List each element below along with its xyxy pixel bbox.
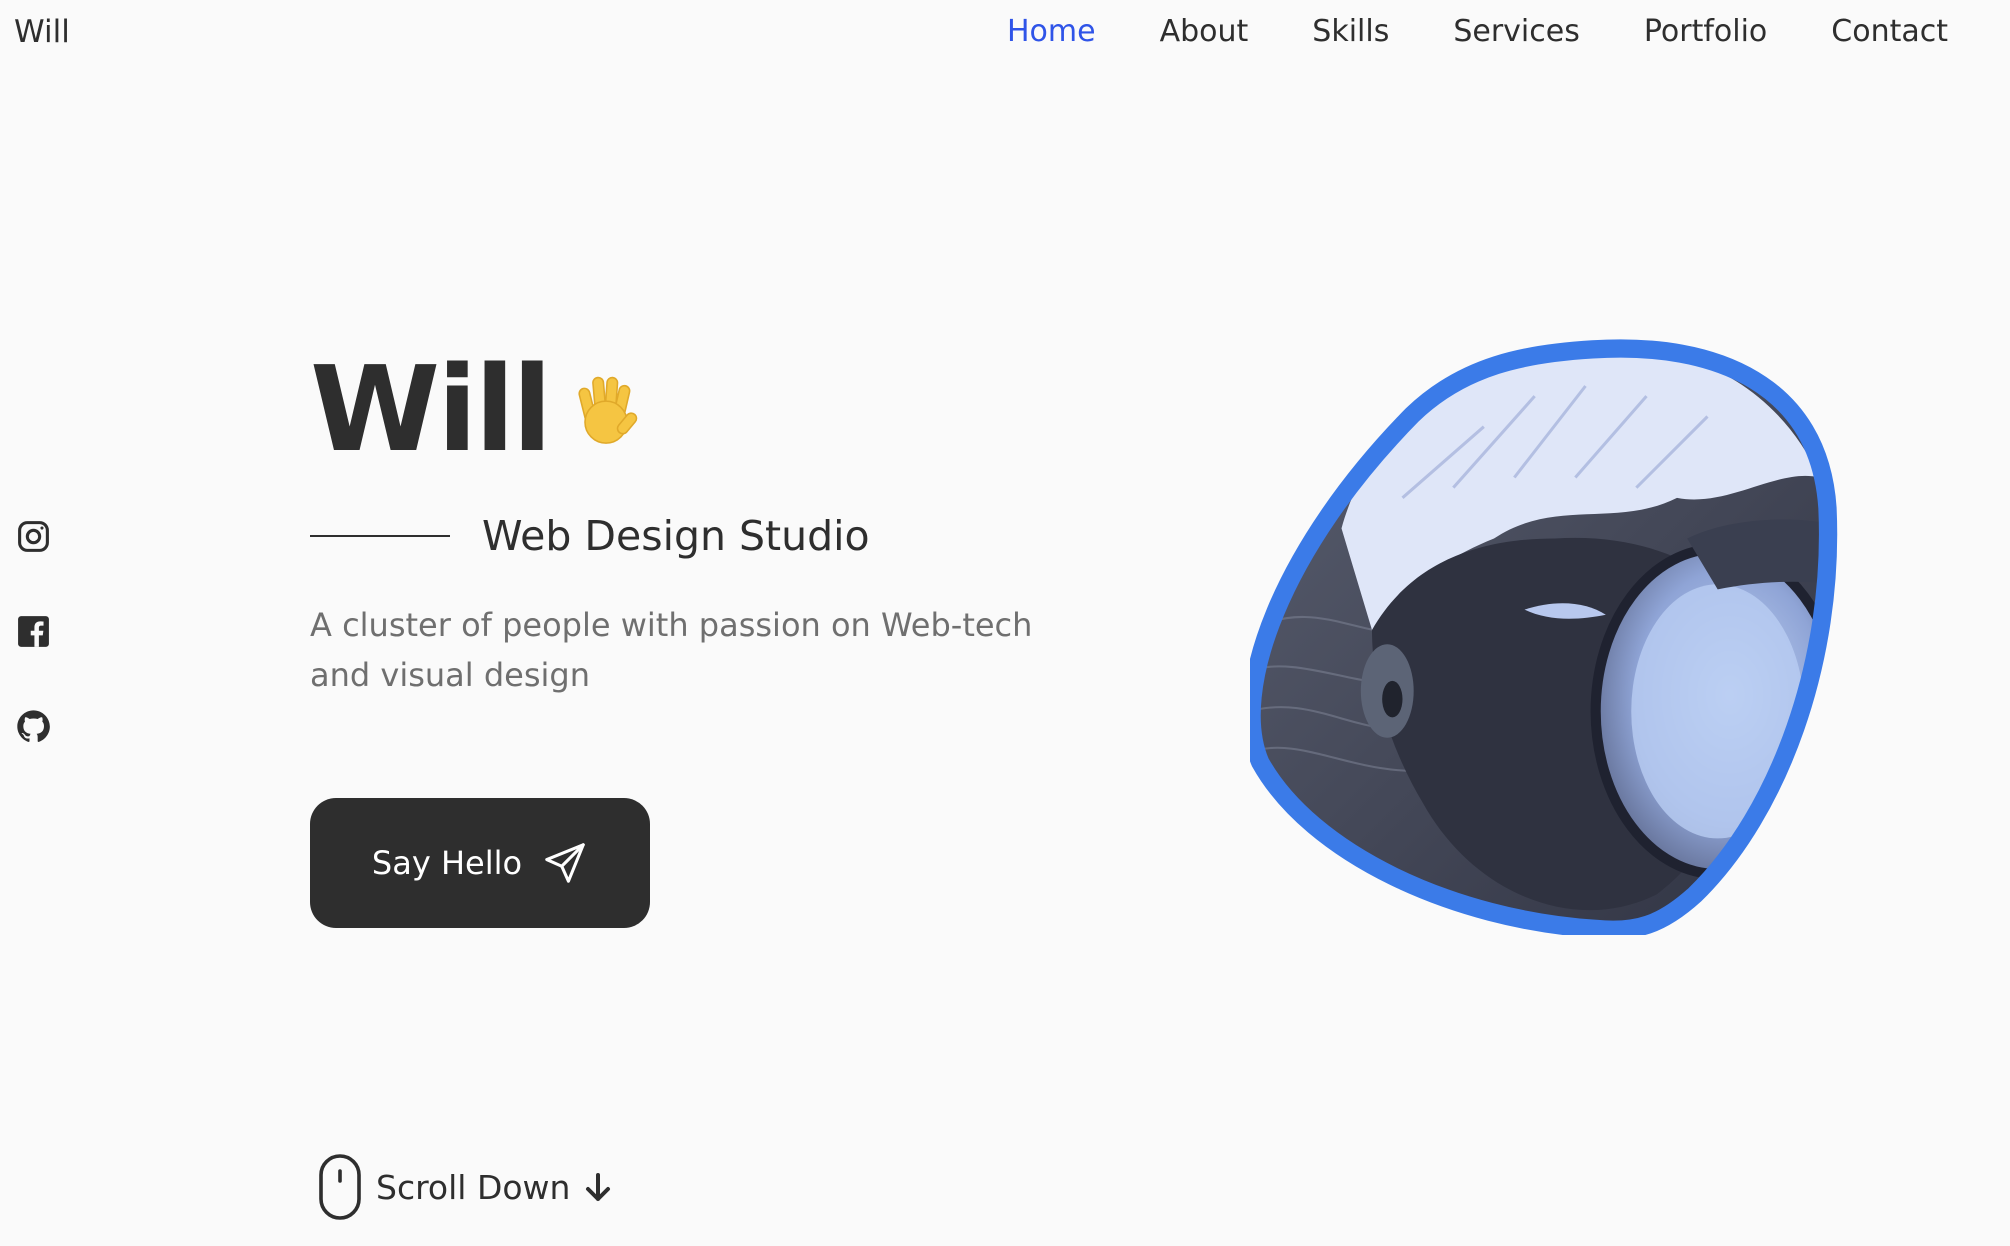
subtitle-divider — [310, 535, 450, 537]
facebook-icon[interactable] — [15, 613, 52, 650]
scroll-down-link[interactable]: Scroll Down — [318, 1153, 612, 1221]
say-hello-label: Say Hello — [371, 844, 523, 882]
nav-services[interactable]: Services — [1453, 14, 1580, 49]
github-icon[interactable] — [15, 708, 52, 745]
hero-subtitle: Web Design Studio — [482, 512, 870, 560]
social-links — [15, 518, 52, 745]
nav-skills[interactable]: Skills — [1312, 14, 1389, 49]
hero-name: Will — [310, 340, 552, 478]
scroll-down-label: Scroll Down — [376, 1167, 571, 1207]
profile-blob — [1250, 325, 1860, 935]
nav-portfolio[interactable]: Portfolio — [1644, 14, 1767, 49]
nav-home[interactable]: Home — [1007, 14, 1096, 49]
waving-hand-icon — [564, 367, 648, 451]
nav-about[interactable]: About — [1160, 14, 1249, 49]
arrow-down-icon — [584, 1171, 612, 1203]
logo[interactable]: Will — [14, 14, 70, 50]
mouse-icon — [318, 1153, 362, 1221]
profile-photo — [1250, 339, 1838, 935]
nav-contact[interactable]: Contact — [1831, 14, 1948, 49]
main-nav: Home About Skills Services Portfolio Con… — [1007, 14, 1948, 49]
hero-description: A cluster of people with passion on Web-… — [310, 606, 1033, 694]
hero-heading: Will — [310, 340, 648, 478]
say-hello-button[interactable]: Say Hello — [310, 798, 650, 928]
subtitle-row: Web Design Studio — [310, 512, 870, 560]
instagram-icon[interactable] — [15, 518, 52, 555]
send-icon — [542, 840, 588, 886]
